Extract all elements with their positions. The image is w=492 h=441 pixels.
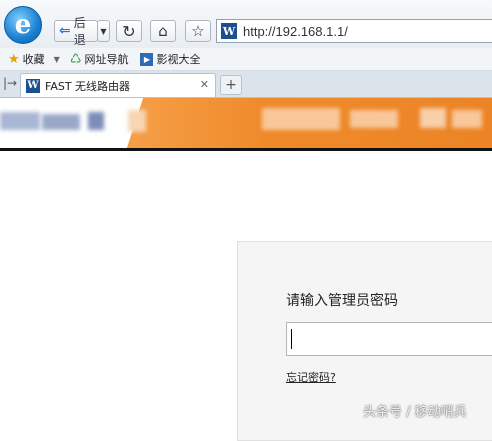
home-button[interactable]: ⌂ <box>150 20 176 42</box>
router-header-banner <box>0 98 492 148</box>
forgot-password-link[interactable]: 忘记密码? <box>286 369 336 385</box>
url-text[interactable]: http://192.168.1.1/ <box>243 24 348 39</box>
plus-icon: + <box>225 77 237 93</box>
bookmark-label: 收藏 <box>22 53 45 66</box>
bookmark-label: 影视大全 <box>156 53 201 66</box>
close-icon[interactable]: ✕ <box>200 78 209 91</box>
text-caret <box>291 329 292 349</box>
back-label: 后退 <box>73 16 86 47</box>
refresh-icon: ↻ <box>122 21 136 41</box>
bookmark-web-nav[interactable]: ♺ 网址导航 <box>70 51 129 67</box>
blurred-banner-block <box>350 110 398 128</box>
sidebar-toggle-icon[interactable]: |→ <box>3 76 17 90</box>
watermark-text: 头条号 / 移动哨兵 <box>363 405 467 420</box>
back-history-dropdown[interactable]: ▼ <box>97 20 110 42</box>
blurred-logo-block <box>88 112 104 130</box>
blurred-logo-block <box>0 112 40 130</box>
star-icon: ★ <box>8 51 20 67</box>
chevron-down-icon[interactable]: ▼ <box>54 55 60 64</box>
home-icon: ⌂ <box>158 22 168 40</box>
blurred-banner-block <box>420 108 446 128</box>
admin-password-input[interactable] <box>286 322 492 356</box>
site-favicon-icon: W <box>221 23 237 39</box>
back-button[interactable]: ⇐ 后退 <box>54 16 98 47</box>
tab-router[interactable]: W FAST 无线路由器 ✕ <box>20 73 216 97</box>
chevron-down-icon: ▼ <box>100 26 107 36</box>
ie-logo-icon[interactable]: e <box>4 6 42 44</box>
tab-title: FAST 无线路由器 <box>45 79 131 93</box>
bookmark-favorites[interactable]: ★ 收藏 ▼ <box>8 51 60 67</box>
blurred-logo-block <box>42 114 80 130</box>
blurred-banner-block <box>452 110 482 128</box>
video-icon: ▶ <box>140 52 154 66</box>
back-arrow-icon: ⇐ <box>59 23 71 39</box>
new-tab-button[interactable]: + <box>220 75 242 95</box>
blurred-banner-block <box>128 110 146 132</box>
site-favicon-icon: W <box>26 78 40 93</box>
bookmarks-bar: ★ 收藏 ▼ ♺ 网址导航 ▶ 影视大全 <box>0 48 492 71</box>
refresh-button[interactable]: ↻ <box>116 20 142 42</box>
login-title: 请输入管理员密码 <box>286 293 398 309</box>
tab-bar: |→ W FAST 无线路由器 ✕ + <box>0 71 492 98</box>
star-outline-icon: ☆ <box>191 22 205 40</box>
blurred-banner-block <box>262 108 340 130</box>
bookmark-video[interactable]: ▶ 影视大全 <box>140 51 200 67</box>
address-bar[interactable]: W http://192.168.1.1/ <box>216 19 492 43</box>
favorite-button[interactable]: ☆ <box>185 20 211 42</box>
browser-toolbar: e ⇐ 后退 ▼ ↻ ⌂ ☆ W http://192.168.1.1/ <box>0 0 492 48</box>
bookmark-label: 网址导航 <box>84 53 129 66</box>
web-nav-icon: ♺ <box>69 51 82 67</box>
banner-divider <box>0 148 492 151</box>
